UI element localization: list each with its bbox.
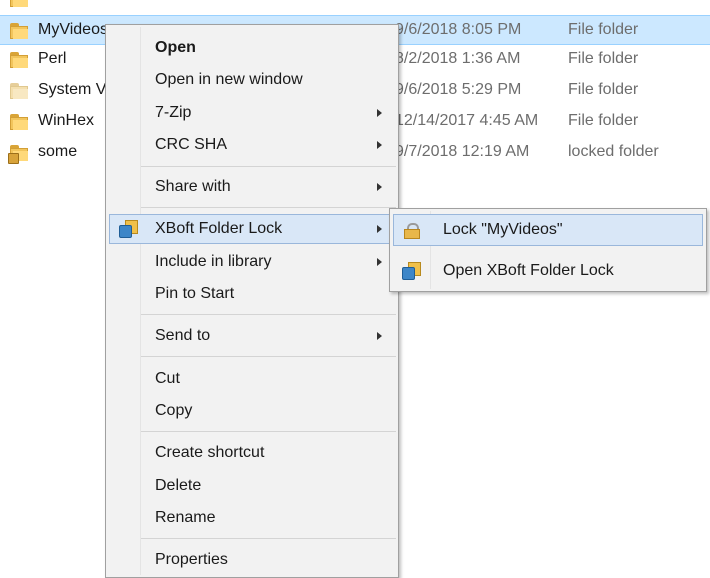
xboft-submenu: Lock "MyVideos" Open XBoft Folder Lock: [389, 208, 707, 292]
menu-item-label: Open in new window: [155, 71, 303, 88]
menu-item-7zip[interactable]: 7-Zip: [109, 98, 395, 128]
menu-item-open-new-window[interactable]: Open in new window: [109, 65, 395, 95]
menu-item-label: Open XBoft Folder Lock: [443, 262, 614, 279]
submenu-item-lock-myvideos[interactable]: Lock "MyVideos": [393, 214, 703, 246]
file-name: WinHex: [38, 112, 95, 129]
menu-item-rename[interactable]: Rename: [109, 503, 395, 533]
menu-item-label: Delete: [155, 477, 202, 494]
file-type: File folder: [568, 21, 639, 38]
file-date: 9/6/2018 5:29 PM: [395, 81, 522, 98]
menu-item-label: Properties: [155, 551, 228, 568]
menu-separator: [141, 431, 396, 432]
menu-item-label: Include in library: [155, 253, 272, 270]
file-name: MyVideos: [38, 21, 108, 38]
chevron-right-icon: [377, 141, 382, 149]
file-row-partial: [0, 0, 710, 10]
menu-separator: [141, 207, 396, 208]
menu-item-label: Rename: [155, 509, 216, 526]
menu-item-label: Send to: [155, 327, 211, 344]
xboft-folder-lock-icon: [402, 262, 422, 280]
file-type: File folder: [568, 81, 639, 98]
menu-item-pin-to-start[interactable]: Pin to Start: [109, 279, 395, 309]
file-date: 8/2/2018 1:36 AM: [395, 50, 521, 67]
menu-item-label: Create shortcut: [155, 444, 265, 461]
menu-item-label: Cut: [155, 370, 180, 387]
menu-item-cut[interactable]: Cut: [109, 364, 395, 394]
file-type: File folder: [568, 50, 639, 67]
folder-icon: [10, 83, 30, 99]
file-type: locked folder: [568, 143, 659, 160]
menu-item-label: Lock "MyVideos": [443, 221, 563, 238]
menu-item-label: XBoft Folder Lock: [155, 220, 283, 237]
menu-item-properties[interactable]: Properties: [109, 545, 395, 575]
menu-separator: [141, 356, 396, 357]
menu-item-xboft-folder-lock[interactable]: XBoft Folder Lock: [109, 214, 395, 244]
menu-item-open[interactable]: Open: [109, 33, 395, 63]
menu-item-send-to[interactable]: Send to: [109, 321, 395, 351]
menu-item-label: Pin to Start: [155, 285, 235, 302]
locked-folder-icon: [8, 145, 30, 164]
menu-item-create-shortcut[interactable]: Create shortcut: [109, 438, 395, 468]
menu-item-label: Copy: [155, 402, 193, 419]
menu-item-delete[interactable]: Delete: [109, 471, 395, 501]
file-date: 12/14/2017 4:45 AM: [395, 112, 539, 129]
folder-icon: [10, 52, 30, 68]
chevron-right-icon: [377, 109, 382, 117]
menu-item-crc-sha[interactable]: CRC SHA: [109, 130, 395, 160]
submenu-item-open-xboft[interactable]: Open XBoft Folder Lock: [393, 255, 703, 287]
menu-item-label: Share with: [155, 178, 231, 195]
file-type: File folder: [568, 112, 639, 129]
file-name: Perl: [38, 50, 67, 67]
xboft-folder-lock-icon: [119, 220, 139, 238]
chevron-right-icon: [377, 183, 382, 191]
lock-icon: [404, 223, 420, 239]
menu-item-include-in-library[interactable]: Include in library: [109, 247, 395, 277]
file-date: 9/7/2018 12:19 AM: [395, 143, 530, 160]
menu-item-share-with[interactable]: Share with: [109, 172, 395, 202]
menu-item-label: CRC SHA: [155, 136, 228, 153]
folder-icon: [10, 0, 30, 7]
chevron-right-icon: [377, 258, 382, 266]
menu-separator: [141, 538, 396, 539]
menu-item-label: 7-Zip: [155, 104, 192, 121]
menu-item-label: Open: [155, 39, 196, 56]
folder-icon: [10, 114, 30, 130]
folder-icon: [10, 23, 30, 39]
context-menu: Open Open in new window 7-Zip CRC SHA Sh…: [105, 24, 399, 578]
menu-separator: [141, 166, 396, 167]
file-name: some: [38, 143, 78, 160]
file-date: 9/6/2018 8:05 PM: [395, 21, 522, 38]
menu-item-copy[interactable]: Copy: [109, 396, 395, 426]
chevron-right-icon: [377, 332, 382, 340]
menu-separator: [141, 314, 396, 315]
chevron-right-icon: [377, 225, 382, 233]
